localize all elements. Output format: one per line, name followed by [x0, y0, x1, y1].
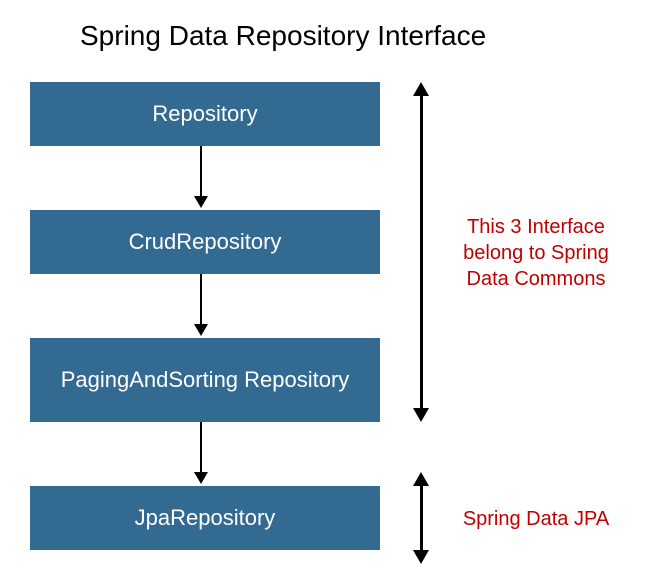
- diagram-title: Spring Data Repository Interface: [80, 20, 486, 52]
- annotation-jpa: Spring Data JPA: [446, 506, 626, 532]
- paging-and-sorting-repository-box: PagingAndSorting Repository: [30, 338, 380, 422]
- span-arrow-jpa: [420, 484, 423, 552]
- annotation-commons: This 3 Interface belong to Spring Data C…: [446, 214, 626, 292]
- crud-repository-box-label: CrudRepository: [129, 229, 282, 254]
- flow-arrow-3: [200, 422, 202, 474]
- repository-box-label: Repository: [152, 101, 257, 126]
- flow-arrow-2: [200, 274, 202, 326]
- paging-and-sorting-repository-box-label: PagingAndSorting Repository: [61, 367, 350, 392]
- flow-arrow-1: [200, 146, 202, 198]
- span-arrow-commons: [420, 94, 423, 410]
- jpa-repository-box: JpaRepository: [30, 486, 380, 550]
- jpa-repository-box-label: JpaRepository: [135, 505, 276, 530]
- crud-repository-box: CrudRepository: [30, 210, 380, 274]
- repository-box: Repository: [30, 82, 380, 146]
